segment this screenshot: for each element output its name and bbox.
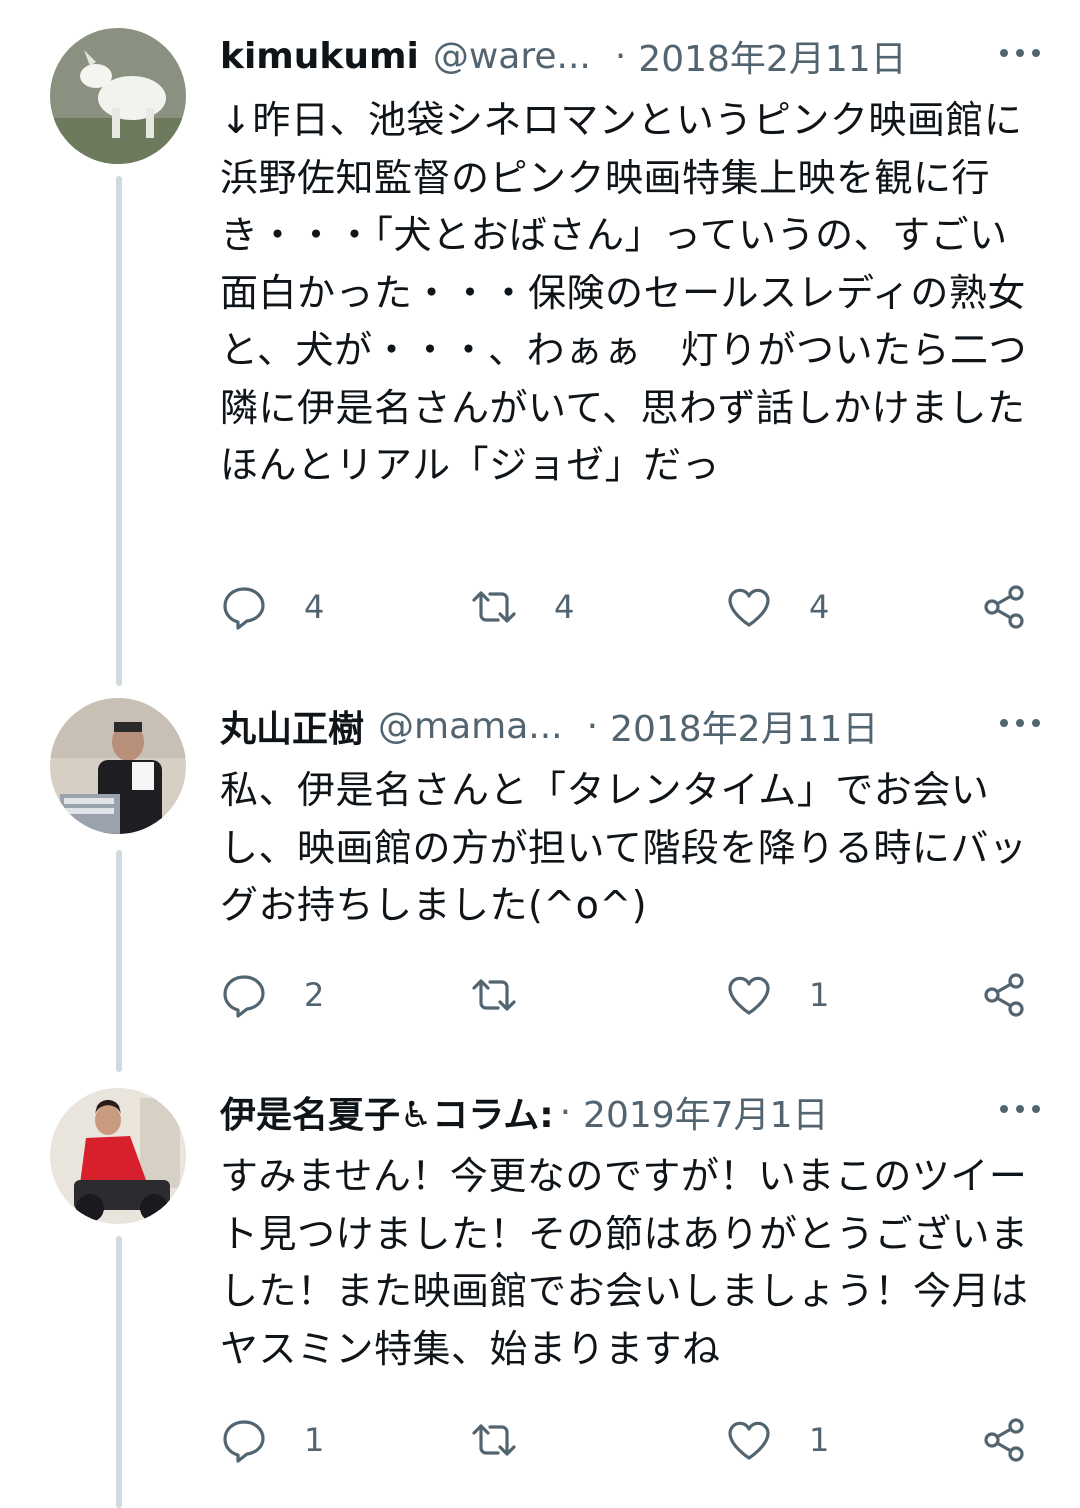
avatar-goat[interactable] [50, 28, 186, 164]
share-icon [980, 971, 1028, 1019]
user-handle[interactable]: @ware... [433, 36, 591, 77]
more-icon[interactable] [1000, 38, 1040, 68]
tweet-header: 伊是名夏子♿コラム: · 2019年7月1日 [220, 1086, 1040, 1138]
tweet[interactable]: 丸山正樹 @mama... · 2018年2月11日 私、伊是名さんと「タレンタ… [0, 680, 1080, 1080]
action-bar: 4 4 4 [220, 577, 1040, 637]
reply-icon [220, 583, 268, 631]
reply-icon [220, 971, 268, 1019]
reply-button[interactable]: 4 [220, 577, 324, 637]
share-icon [980, 1416, 1028, 1464]
share-button[interactable] [980, 1410, 1028, 1470]
dot-separator: · [586, 705, 599, 747]
retweet-icon [470, 971, 518, 1019]
reply-button[interactable]: 1 [220, 1410, 324, 1470]
reply-button[interactable]: 2 [220, 965, 324, 1025]
tweet[interactable]: kimukumi @ware... · 2018年2月11日 ↓昨日、池袋シネロ… [0, 0, 1080, 680]
reply-count: 4 [304, 588, 325, 626]
retweet-button[interactable] [470, 965, 554, 1025]
avatar-man-reading[interactable] [50, 698, 186, 834]
tweet-date[interactable]: 2018年2月11日 [638, 30, 906, 82]
like-button[interactable]: 1 [725, 1410, 829, 1470]
retweet-button[interactable] [470, 1410, 554, 1470]
tweet-text: ↓昨日、池袋シネロマンというピンク映画館に浜野佐知監督のピンク映画特集上映を観に… [220, 98, 1064, 487]
retweet-button[interactable]: 4 [470, 577, 574, 637]
more-icon[interactable] [1000, 708, 1040, 738]
like-button[interactable]: 4 [725, 577, 829, 637]
retweet-icon [470, 1416, 518, 1464]
like-count: 1 [809, 976, 830, 1014]
like-count: 4 [809, 588, 830, 626]
reply-count: 2 [304, 976, 325, 1014]
dot-separator: · [559, 1091, 572, 1133]
action-bar: 2 1 [220, 965, 1040, 1025]
tweet-header: kimukumi @ware... · 2018年2月11日 [220, 30, 1040, 82]
tweet[interactable]: 伊是名夏子♿コラム: · 2019年7月1日 すみません！今更なのですが！いまこ… [0, 1080, 1080, 1508]
share-button[interactable] [980, 965, 1028, 1025]
avatar-woman-wheelchair[interactable] [50, 1088, 186, 1224]
tweet-date[interactable]: 2019年7月1日 [583, 1086, 828, 1138]
user-handle[interactable]: @mama... [378, 706, 563, 747]
tweet-date[interactable]: 2018年2月11日 [610, 700, 878, 752]
reply-icon [220, 1416, 268, 1464]
share-button[interactable] [980, 577, 1028, 637]
retweet-count: 4 [554, 588, 575, 626]
tweet-text: 私、伊是名さんと「タレンタイム」でお会いし、映画館の方が担いて階段を降りる時にバ… [220, 768, 1028, 927]
share-icon [980, 583, 1028, 631]
display-name[interactable]: 丸山正樹 [220, 700, 364, 752]
retweet-icon [470, 583, 518, 631]
dot-separator: · [614, 35, 627, 77]
heart-icon [725, 971, 773, 1019]
like-button[interactable]: 1 [725, 965, 829, 1025]
tweet-header: 丸山正樹 @mama... · 2018年2月11日 [220, 700, 1040, 752]
action-bar: 1 1 [220, 1410, 1040, 1470]
tweet-text: すみません！今更なのですが！いまこのツイート見つけました！その節はありがとうござ… [220, 1154, 1029, 1371]
display-name[interactable]: 伊是名夏子♿コラム: [220, 1086, 554, 1138]
display-name[interactable]: kimukumi [220, 36, 419, 77]
reply-count: 1 [304, 1421, 325, 1459]
like-count: 1 [809, 1421, 830, 1459]
heart-icon [725, 1416, 773, 1464]
heart-icon [725, 583, 773, 631]
more-icon[interactable] [1000, 1094, 1040, 1124]
